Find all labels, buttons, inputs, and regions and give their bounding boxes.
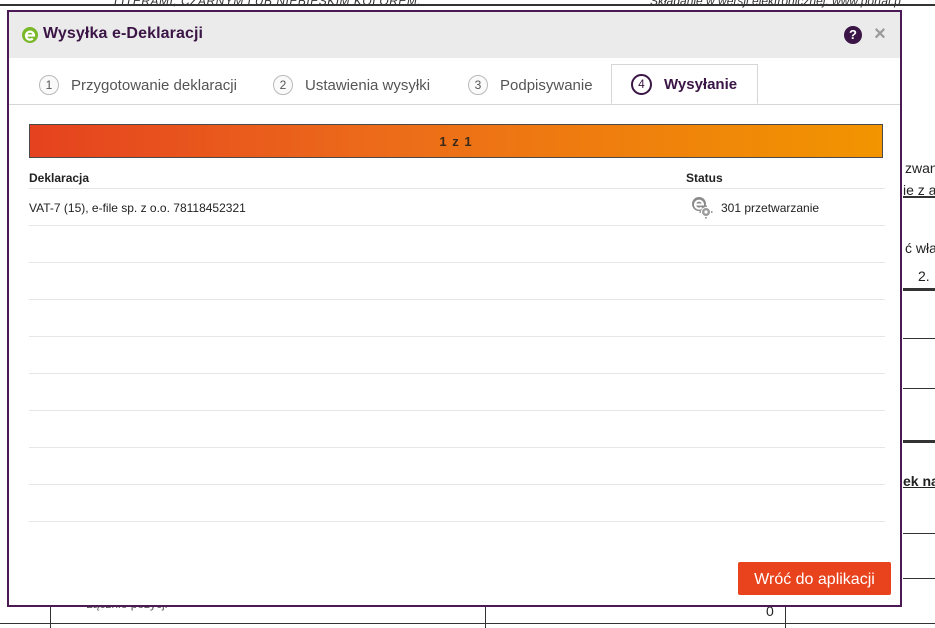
tab-signing[interactable]: 3 Podpisywanie bbox=[468, 66, 593, 104]
processing-gear-icon bbox=[692, 197, 713, 219]
dialog-header: Wysyłka e-Deklaracji ? × bbox=[9, 12, 900, 58]
table-row bbox=[29, 226, 885, 263]
table-row bbox=[29, 485, 885, 522]
background-fragment: zwan bbox=[905, 160, 935, 176]
table-row bbox=[29, 374, 885, 411]
table-row bbox=[29, 263, 885, 300]
declaration-cell: VAT-7 (15), e-file sp. z o.o. 7811845232… bbox=[29, 201, 246, 215]
step-number: 1 bbox=[39, 75, 59, 95]
background-fragment: 2. bbox=[918, 268, 930, 284]
tab-sending[interactable]: 4 Wysyłanie bbox=[611, 64, 759, 104]
background-divider bbox=[903, 440, 935, 443]
table-header: Deklaracja Status bbox=[29, 168, 885, 189]
background-divider bbox=[0, 623, 935, 624]
background-divider bbox=[903, 578, 935, 579]
background-fragment: ek na bbox=[903, 473, 935, 489]
background-divider bbox=[903, 533, 935, 534]
table-row bbox=[29, 411, 885, 448]
e-file-logo-icon bbox=[22, 27, 38, 43]
sending-progress-bar: 1 z 1 bbox=[29, 124, 883, 158]
step-number: 2 bbox=[273, 75, 293, 95]
status-cell: 301 przetwarzanie bbox=[721, 201, 820, 215]
tab-label: Przygotowanie deklaracji bbox=[71, 76, 237, 94]
table-row[interactable]: VAT-7 (15), e-file sp. z o.o. 7811845232… bbox=[29, 189, 885, 226]
tab-prepare-declaration[interactable]: 1 Przygotowanie deklaracji bbox=[39, 66, 237, 104]
table-row bbox=[29, 337, 885, 374]
background-fragment: ie z a bbox=[903, 182, 935, 198]
background-divider bbox=[903, 288, 935, 291]
table-row bbox=[29, 300, 885, 337]
background-fragment: ć wła bbox=[905, 240, 935, 256]
step-number: 4 bbox=[631, 73, 652, 95]
tab-send-settings[interactable]: 2 Ustawienia wysyłki bbox=[273, 66, 430, 104]
send-e-declaration-dialog: Wysyłka e-Deklaracji ? × 1 Przygotowanie… bbox=[7, 10, 902, 607]
background-divider bbox=[0, 4, 935, 6]
background-divider bbox=[903, 338, 935, 339]
background-divider bbox=[785, 607, 786, 628]
tab-label: Ustawienia wysyłki bbox=[305, 76, 431, 94]
background-divider bbox=[485, 607, 486, 628]
tab-label: Podpisywanie bbox=[500, 76, 593, 94]
column-header-declaration: Deklaracja bbox=[29, 171, 90, 185]
background-divider bbox=[50, 607, 51, 628]
tab-label: Wysyłanie bbox=[664, 75, 738, 93]
help-icon[interactable]: ? bbox=[844, 26, 862, 44]
close-icon[interactable]: × bbox=[872, 24, 888, 44]
wizard-steps: 1 Przygotowanie deklaracji 2 Ustawienia … bbox=[9, 58, 900, 105]
declarations-table: Deklaracja Status VAT-7 (15), e-file sp.… bbox=[29, 168, 885, 522]
dialog-title: Wysyłka e-Deklaracji bbox=[43, 25, 204, 42]
step-number: 3 bbox=[468, 75, 488, 95]
table-row bbox=[29, 448, 885, 485]
column-header-status: Status bbox=[686, 171, 723, 185]
background-divider bbox=[903, 388, 935, 389]
back-to-app-button[interactable]: Wróć do aplikacji bbox=[738, 562, 891, 595]
progress-label: 1 z 1 bbox=[439, 134, 473, 149]
